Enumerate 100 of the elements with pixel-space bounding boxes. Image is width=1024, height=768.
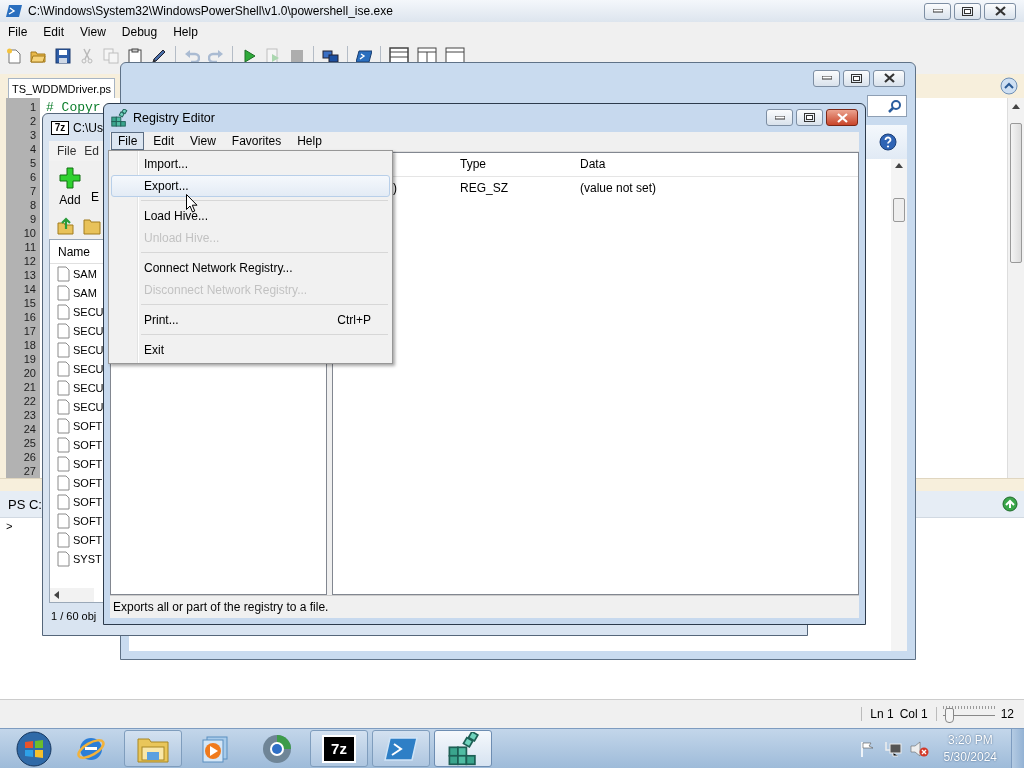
maximize-button[interactable]: [954, 2, 981, 20]
search-icon: [888, 99, 902, 113]
file-name[interactable]: SAM: [73, 286, 97, 299]
column-header[interactable]: Data: [580, 157, 606, 172]
line-number: 22: [23, 394, 36, 408]
file-name[interactable]: SOFT: [73, 457, 103, 470]
table-cell: (value not set): [580, 180, 657, 195]
file-name[interactable]: SAM: [73, 267, 97, 280]
file-name[interactable]: SECU: [73, 362, 104, 375]
file-icon: [57, 436, 70, 453]
arrow-up-icon[interactable]: [1002, 496, 1018, 512]
window-title: C:\Windows\System32\WindowsPowerShell\v1.0\powershell_ise.exe: [28, 4, 393, 18]
close-button[interactable]: [873, 69, 905, 87]
menu-item[interactable]: File: [57, 144, 77, 158]
horizontal-scrollbar[interactable]: [50, 588, 94, 602]
file-name[interactable]: SOFT: [73, 533, 103, 546]
toolbar-label[interactable]: E: [91, 190, 99, 204]
menu-item[interactable]: Favorites: [224, 132, 289, 151]
menu-item[interactable]: Help: [166, 23, 205, 41]
arrow-up-icon[interactable]: [895, 163, 903, 168]
collapse-icon[interactable]: [1000, 77, 1018, 95]
menu-item[interactable]: Debug: [114, 23, 165, 41]
terminal-icon: [384, 735, 418, 762]
file-name[interactable]: SECU: [73, 324, 104, 337]
file-icon: [57, 341, 70, 358]
arrow-left-icon[interactable]: [54, 591, 59, 599]
toolbar-label[interactable]: Add: [59, 193, 81, 207]
menu-item[interactable]: View: [73, 23, 113, 41]
close-button[interactable]: [984, 2, 1016, 20]
menu-item[interactable]: Export...: [111, 175, 390, 197]
file-name[interactable]: SECU: [73, 343, 104, 356]
play-icon[interactable]: [241, 48, 257, 64]
file-icon: [57, 512, 70, 529]
globe-icon: [261, 732, 293, 765]
menu-item[interactable]: Edit: [36, 23, 72, 41]
menu-item[interactable]: Exit: [111, 339, 390, 361]
help-icon[interactable]: [879, 133, 897, 151]
scrollbar-thumb[interactable]: [893, 198, 905, 222]
network-icon[interactable]: [883, 740, 902, 757]
vertical-scrollbar[interactable]: [891, 159, 907, 651]
arrow-up-icon[interactable]: [1012, 104, 1020, 109]
search-field[interactable]: [867, 95, 907, 117]
folder-icon[interactable]: [83, 217, 101, 235]
line-number: 9: [29, 212, 36, 226]
close-button[interactable]: [826, 109, 858, 127]
maximize-button[interactable]: [796, 109, 823, 127]
line-number: 23: [23, 408, 36, 422]
zoom-slider[interactable]: [942, 703, 995, 725]
file-tab[interactable]: TS_WDDMDriver.ps: [8, 78, 115, 98]
menu-item[interactable]: Connect Network Registry...: [111, 257, 390, 279]
taskbar-button[interactable]: 7z: [310, 730, 368, 767]
file-icon: [57, 322, 70, 339]
file-name[interactable]: SECU: [73, 381, 104, 394]
plus-icon[interactable]: [59, 167, 81, 189]
file-icon: [57, 265, 70, 282]
column-header[interactable]: Name: [58, 244, 90, 259]
cubes-icon: [446, 731, 480, 766]
folder-up-icon[interactable]: [57, 217, 75, 235]
terminal-icon[interactable]: [356, 48, 372, 64]
menu-item[interactable]: File: [1, 23, 35, 41]
line-number: 27: [23, 464, 36, 478]
close-icon: [836, 112, 848, 123]
taskbar-button[interactable]: [434, 730, 492, 767]
file-name[interactable]: SECU: [73, 400, 104, 413]
menu-item[interactable]: Import...: [111, 153, 390, 175]
menu-item[interactable]: Help: [290, 132, 329, 151]
file-name[interactable]: SOFT: [73, 419, 103, 432]
maximize-button[interactable]: [843, 69, 870, 87]
line-number: 13: [23, 268, 36, 282]
line-number: 8: [29, 198, 36, 212]
folder-icon[interactable]: [30, 48, 47, 64]
volume-muted-icon[interactable]: [909, 740, 930, 757]
file-name[interactable]: SYST: [73, 552, 102, 565]
menu-item[interactable]: File: [111, 132, 145, 151]
line-number: 21: [23, 380, 36, 394]
menu-item[interactable]: Print... Ctrl+P: [111, 309, 390, 331]
file-name[interactable]: SOFT: [73, 514, 103, 527]
menu-item[interactable]: View: [183, 132, 223, 151]
taskbar-button[interactable]: [372, 730, 430, 767]
line-number: 1: [29, 100, 36, 114]
file-name[interactable]: SECU: [73, 305, 104, 318]
menu-item[interactable]: Ed: [84, 144, 100, 158]
new-file-icon[interactable]: [6, 48, 22, 64]
file-name[interactable]: SOFT: [73, 495, 103, 508]
line-position: Ln 1: [870, 707, 894, 721]
line-number: 12: [23, 254, 36, 268]
file-name[interactable]: SOFT: [73, 476, 103, 489]
menu-item[interactable]: Edit: [146, 132, 182, 151]
start-button[interactable]: [16, 730, 52, 767]
scrollbar-thumb[interactable]: [1010, 123, 1022, 263]
minimize-icon: [932, 9, 943, 13]
menu-item[interactable]: Load Hive...: [111, 205, 390, 227]
line-number: 6: [29, 170, 36, 184]
file-icon: [57, 474, 70, 491]
vertical-scrollbar[interactable]: [1007, 98, 1024, 478]
file-name[interactable]: SOFT: [73, 438, 103, 451]
flag-icon[interactable]: [859, 740, 876, 757]
console-input[interactable]: >: [6, 521, 13, 533]
column-header[interactable]: Type: [460, 157, 580, 172]
computers-icon[interactable]: [322, 48, 339, 64]
